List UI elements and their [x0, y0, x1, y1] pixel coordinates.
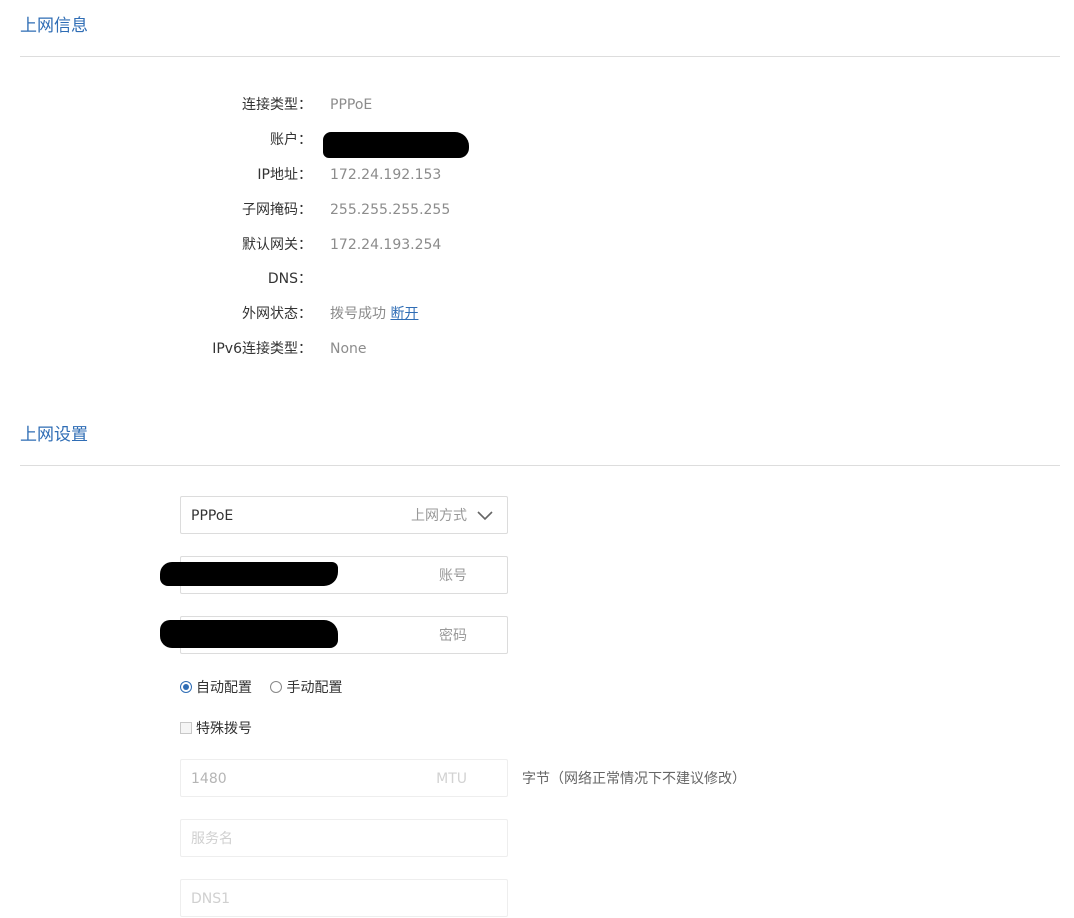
- info-value: PPPoE: [330, 97, 373, 113]
- redaction-mark: [323, 132, 469, 158]
- info-section-title: 上网信息: [20, 16, 88, 36]
- select-value: PPPoE: [191, 508, 234, 524]
- checkbox-icon[interactable]: [180, 722, 192, 734]
- settings-section-divider: [20, 465, 1060, 466]
- checkbox-label: 特殊拨号: [196, 721, 252, 737]
- settings-section-title: 上网设置: [20, 425, 88, 445]
- dns1-input[interactable]: DNS1: [180, 879, 508, 917]
- radio-auto-config[interactable]: 自动配置: [180, 680, 266, 696]
- info-value: None: [330, 341, 367, 357]
- info-value: 172.24.192.153: [330, 167, 442, 183]
- radio-label: 手动配置: [286, 680, 343, 696]
- info-label: 账户：: [270, 132, 312, 148]
- password-suffix-label: 密码: [439, 628, 467, 644]
- wan-status-text: 拨号成功: [330, 306, 386, 322]
- info-value: 255.255.255.255: [330, 202, 451, 218]
- radio-manual-config[interactable]: 手动配置: [270, 680, 356, 696]
- radio-unchecked-icon[interactable]: [270, 681, 283, 693]
- chevron-down-icon: [477, 511, 493, 521]
- service-name-placeholder: 服务名: [191, 831, 233, 847]
- account-suffix-label: 账号: [439, 568, 467, 584]
- select-suffix-label: 上网方式: [411, 508, 467, 524]
- mtu-value: 1480: [191, 771, 227, 787]
- info-value: 172.24.193.254: [330, 237, 442, 253]
- redaction-mark: [160, 562, 338, 586]
- info-label: IP地址：: [257, 167, 312, 183]
- info-label: IPv6连接类型：: [212, 341, 312, 357]
- config-mode-radio-group: 自动配置 手动配置: [180, 678, 356, 698]
- special-dial-checkbox-row[interactable]: 特殊拨号: [180, 719, 252, 739]
- service-name-input[interactable]: 服务名: [180, 819, 508, 857]
- connection-mode-select[interactable]: PPPoE 上网方式: [180, 496, 508, 534]
- dns1-placeholder: DNS1: [191, 891, 231, 907]
- radio-label: 自动配置: [196, 680, 252, 696]
- mtu-input[interactable]: 1480 MTU: [180, 759, 508, 797]
- info-value: 拨号成功 断开: [330, 304, 418, 324]
- disconnect-link[interactable]: 断开: [390, 306, 418, 322]
- mtu-suffix-label: MTU: [436, 771, 467, 787]
- mtu-hint: 字节（网络正常情况下不建议修改）: [522, 771, 746, 787]
- radio-checked-icon[interactable]: [180, 681, 192, 693]
- info-label: 默认网关：: [242, 237, 312, 253]
- info-label: 连接类型：: [242, 97, 312, 113]
- info-label: 外网状态：: [242, 306, 312, 322]
- redaction-mark: [160, 620, 338, 648]
- info-label: 子网掩码：: [242, 202, 312, 218]
- info-section-divider: [20, 56, 1060, 57]
- info-label: DNS：: [267, 271, 312, 287]
